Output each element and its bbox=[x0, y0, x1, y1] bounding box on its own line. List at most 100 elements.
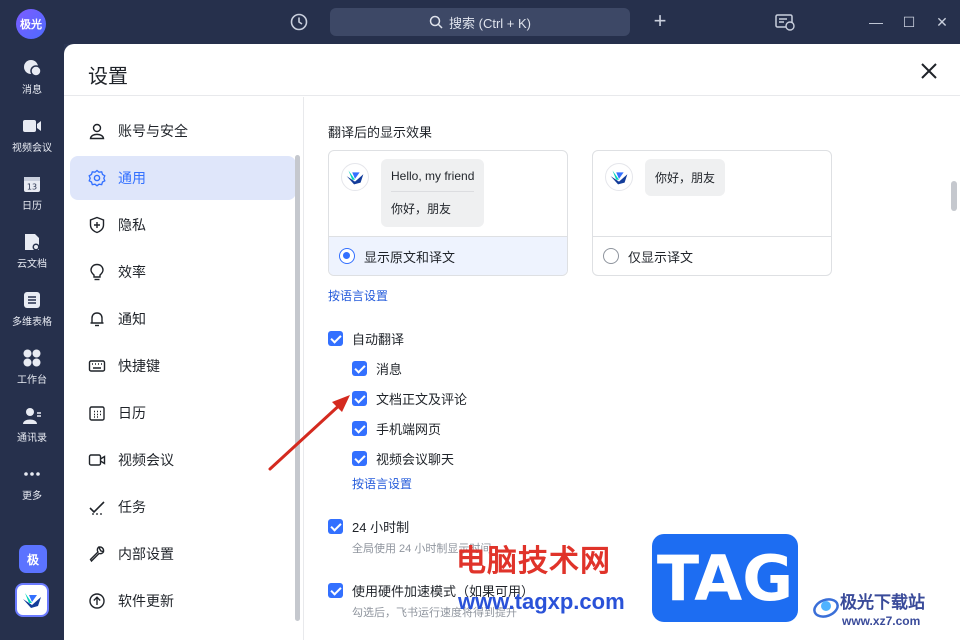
left-navigation: 消息 视频会议 13 日历 云文档 多维表格 工作台 通讯录 更多 极 bbox=[0, 44, 64, 640]
maximize-button[interactable]: ☐ bbox=[897, 10, 921, 34]
preview-translated-text: 你好，朋友 bbox=[391, 191, 475, 217]
preview-bubble: Hello, my friend 你好，朋友 bbox=[381, 159, 485, 227]
option-label: 仅显示译文 bbox=[628, 249, 694, 265]
sidebar-item-label: 软件更新 bbox=[118, 593, 174, 609]
sidebar-item-notifications[interactable]: 通知 bbox=[70, 297, 296, 341]
content-scrollbar[interactable] bbox=[951, 181, 957, 211]
checkbox-checked[interactable] bbox=[352, 391, 367, 406]
preview-translated-text: 你好，朋友 bbox=[655, 171, 716, 185]
gear-icon bbox=[88, 169, 106, 187]
sidebar-item-label: 效率 bbox=[118, 264, 146, 280]
watermark-url: www.tagxp.com bbox=[458, 589, 625, 614]
section-title: 翻译后的显示效果 bbox=[328, 125, 433, 140]
sidebar-item-label: 通知 bbox=[118, 311, 146, 327]
history-icon[interactable] bbox=[289, 12, 309, 32]
feishu-bot-icon bbox=[605, 163, 633, 191]
checkbox-label: 消息 bbox=[376, 362, 403, 377]
nav-item-more[interactable]: 更多 bbox=[0, 460, 64, 512]
radio-unselected[interactable] bbox=[603, 248, 619, 264]
radio-selected[interactable] bbox=[339, 248, 355, 264]
feishu-logo-icon bbox=[23, 593, 41, 608]
sidebar-item-update[interactable]: 软件更新 bbox=[70, 579, 296, 623]
settings-sidebar: 账号与安全 通用 隐私 效率 通知 快捷键 日历 视频会议 任务 内部设置 软件… bbox=[64, 97, 304, 640]
notification-icon[interactable] bbox=[774, 11, 796, 33]
auto-translate-meeting-chat-checkbox[interactable]: 视频会议聊天 bbox=[352, 449, 454, 468]
feishu-bot-icon bbox=[341, 163, 369, 191]
sidebar-item-label: 视频会议 bbox=[118, 452, 174, 468]
sidebar-item-label: 内部设置 bbox=[118, 546, 174, 562]
translation-display-card-both[interactable]: Hello, my friend 你好，朋友 显示原文和译文 bbox=[328, 150, 568, 276]
nav-item-label: 消息 bbox=[22, 85, 42, 96]
shield-icon bbox=[89, 216, 105, 234]
nav-item-calendar[interactable]: 13 日历 bbox=[0, 170, 64, 222]
user-avatar[interactable]: 极光 bbox=[16, 9, 46, 39]
auto-translate-messages-checkbox[interactable]: 消息 bbox=[352, 359, 402, 378]
sidebar-item-general[interactable]: 通用 bbox=[70, 156, 296, 200]
settings-header: 设置 bbox=[64, 44, 960, 96]
doc-icon bbox=[25, 234, 40, 251]
nav-item-contacts[interactable]: 通讯录 bbox=[0, 402, 64, 454]
close-icon[interactable] bbox=[916, 58, 942, 84]
sidebar-item-label: 快捷键 bbox=[118, 358, 160, 374]
sidebar-item-efficiency[interactable]: 效率 bbox=[70, 250, 296, 294]
sidebar-item-tasks[interactable]: 任务 bbox=[70, 485, 296, 529]
option-translated-only[interactable]: 仅显示译文 bbox=[593, 236, 831, 275]
nav-item-label: 云文档 bbox=[17, 259, 47, 270]
sidebar-item-shortcuts[interactable]: 快捷键 bbox=[70, 344, 296, 388]
nav-item-messages[interactable]: 消息 bbox=[0, 54, 64, 106]
nav-item-video[interactable]: 视频会议 bbox=[0, 112, 64, 164]
search-input[interactable]: 搜索 (Ctrl + K) bbox=[330, 8, 630, 36]
sidebar-item-label: 任务 bbox=[118, 499, 146, 515]
sidebar-item-internal[interactable]: 内部设置 bbox=[70, 532, 296, 576]
checkbox-checked[interactable] bbox=[328, 583, 343, 598]
bell-icon bbox=[90, 312, 104, 327]
checkbox-label: 24 小时制 bbox=[352, 520, 410, 535]
checkbox-label: 自动翻译 bbox=[352, 332, 405, 347]
minimize-button[interactable]: — bbox=[864, 10, 888, 34]
auto-translate-docs-checkbox[interactable]: 文档正文及评论 bbox=[352, 389, 467, 408]
checkbox-checked[interactable] bbox=[328, 331, 343, 346]
sidebar-item-privacy[interactable]: 隐私 bbox=[70, 203, 296, 247]
checkbox-label: 手机端网页 bbox=[376, 422, 442, 437]
video-icon bbox=[88, 454, 106, 466]
checkbox-checked[interactable] bbox=[352, 421, 367, 436]
table-icon bbox=[24, 292, 40, 308]
nav-item-label: 多维表格 bbox=[12, 317, 52, 328]
translation-display-card-translated[interactable]: 你好，朋友 仅显示译文 bbox=[592, 150, 832, 276]
feishu-app-icon[interactable] bbox=[15, 583, 49, 617]
search-icon bbox=[429, 15, 443, 29]
watermark-tag-logo: TAG bbox=[652, 534, 798, 622]
auto-translate-language-link[interactable]: 按语言设置 bbox=[352, 475, 412, 492]
workspace-icon bbox=[23, 349, 41, 367]
contacts-icon bbox=[23, 408, 41, 424]
option-show-both[interactable]: 显示原文和译文 bbox=[329, 236, 567, 275]
sidebar-item-account[interactable]: 账号与安全 bbox=[70, 109, 296, 153]
calendar-icon: 13 bbox=[24, 177, 40, 192]
plus-icon[interactable]: + bbox=[650, 10, 670, 32]
language-settings-link[interactable]: 按语言设置 bbox=[328, 287, 388, 304]
nav-item-label: 视频会议 bbox=[12, 143, 52, 154]
watermark-xz-logo: 极光下载站 www.xz7.com bbox=[808, 586, 960, 636]
xz-logo-icon bbox=[813, 598, 839, 618]
search-label: 搜索 (Ctrl + K) bbox=[449, 15, 531, 31]
nav-item-bitable[interactable]: 多维表格 bbox=[0, 286, 64, 338]
checkbox-label: 文档正文及评论 bbox=[376, 392, 468, 407]
settings-content: 翻译后的显示效果 Hello, my friend 你好，朋友 显示原文和译文 bbox=[305, 97, 960, 640]
message-icon bbox=[24, 60, 42, 77]
nav-item-label: 工作台 bbox=[17, 375, 47, 386]
checkbox-checked[interactable] bbox=[352, 361, 367, 376]
bulb-icon bbox=[90, 263, 104, 281]
checkbox-checked[interactable] bbox=[328, 519, 343, 534]
auto-translate-mobile-web-checkbox[interactable]: 手机端网页 bbox=[352, 419, 441, 438]
nav-item-workspace[interactable]: 工作台 bbox=[0, 344, 64, 396]
ji-app-badge[interactable]: 极 bbox=[19, 545, 47, 573]
nav-item-docs[interactable]: 云文档 bbox=[0, 228, 64, 280]
auto-translate-checkbox[interactable]: 自动翻译 bbox=[328, 329, 404, 348]
page-title: 设置 bbox=[88, 66, 128, 88]
checkbox-checked[interactable] bbox=[352, 451, 367, 466]
close-window-button[interactable]: ✕ bbox=[930, 10, 954, 34]
clock-24h-checkbox[interactable]: 24 小时制 bbox=[328, 517, 409, 536]
watermark-xz-url: www.xz7.com bbox=[842, 614, 921, 628]
video-icon bbox=[23, 120, 41, 132]
update-icon bbox=[89, 593, 105, 609]
